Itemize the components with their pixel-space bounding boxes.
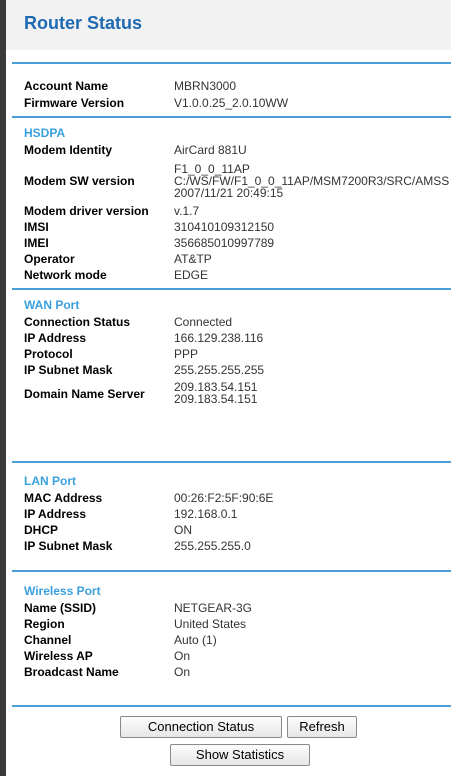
region-label: Region xyxy=(24,617,65,631)
firmware-version-label: Firmware Version xyxy=(24,96,125,110)
wan-subnet-mask-label: IP Subnet Mask xyxy=(24,363,113,377)
connection-status-label: Connection Status xyxy=(24,315,131,329)
section-divider xyxy=(12,461,451,463)
section-divider xyxy=(12,570,451,572)
wan-ip-address-value: 166.129.238.116 xyxy=(174,331,264,345)
modem-sw-version-value: F1_0_0_11AP C:/WS/FW/F1_0_0_11AP/MSM7200… xyxy=(174,163,449,199)
show-statistics-button[interactable]: Show Statistics xyxy=(170,744,310,766)
account-name-label: Account Name xyxy=(24,79,109,93)
broadcast-name-value: On xyxy=(174,665,191,679)
section-divider xyxy=(12,288,451,290)
imsi-value: 310410109312150 xyxy=(174,220,275,234)
modem-driver-version-label: Modem driver version xyxy=(24,204,149,218)
operator-value: AT&TP xyxy=(174,252,212,266)
modem-sw-line3: 2007/11/21 20:49:15 xyxy=(174,186,284,200)
page-title: Router Status xyxy=(24,13,143,33)
mac-address-label: MAC Address xyxy=(24,491,103,505)
dhcp-label: DHCP xyxy=(24,523,59,537)
left-border xyxy=(0,0,6,776)
lan-section-title: LAN Port xyxy=(24,474,76,488)
wireless-ap-label: Wireless AP xyxy=(24,649,93,663)
lan-subnet-mask-label: IP Subnet Mask xyxy=(24,539,113,553)
refresh-button[interactable]: Refresh xyxy=(287,716,357,738)
wan-subnet-mask-value: 255.255.255.255 xyxy=(174,363,265,377)
lan-ip-address-value: 192.168.0.1 xyxy=(174,507,238,521)
wan-section-title: WAN Port xyxy=(24,298,80,312)
dhcp-value: ON xyxy=(174,523,192,537)
dns-label: Domain Name Server xyxy=(24,387,145,401)
broadcast-name-label: Broadcast Name xyxy=(24,665,119,679)
lan-subnet-mask-value: 255.255.255.0 xyxy=(174,539,251,553)
protocol-value: PPP xyxy=(174,347,199,361)
firmware-version-value: V1.0.0.25_2.0.10WW xyxy=(174,96,289,110)
channel-label: Channel xyxy=(24,633,72,647)
imei-label: IMEI xyxy=(24,236,49,250)
modem-driver-version-value: v.1.7 xyxy=(174,204,200,218)
lan-ip-address-label: IP Address xyxy=(24,507,87,521)
connection-status-button[interactable]: Connection Status xyxy=(120,716,282,738)
page-header: Router Status xyxy=(6,0,451,50)
dns-secondary: 209.183.54.151 xyxy=(174,392,258,406)
wan-ip-address-label: IP Address xyxy=(24,331,87,345)
section-divider xyxy=(12,705,451,707)
imsi-label: IMSI xyxy=(24,220,49,234)
hsdpa-section-title: HSDPA xyxy=(24,126,66,140)
section-divider xyxy=(12,116,451,118)
operator-label: Operator xyxy=(24,252,75,266)
section-divider xyxy=(12,62,451,64)
wireless-ap-value: On xyxy=(174,649,191,663)
ssid-value: NETGEAR-3G xyxy=(174,601,253,615)
mac-address-value: 00:26:F2:5F:90:6E xyxy=(174,491,274,505)
modem-sw-version-label: Modem SW version xyxy=(24,174,135,188)
dns-value: 209.183.54.151 209.183.54.151 xyxy=(174,381,257,405)
network-mode-value: EDGE xyxy=(174,268,209,282)
modem-identity-value: AirCard 881U xyxy=(174,143,247,157)
ssid-label: Name (SSID) xyxy=(24,601,97,615)
imei-value: 356685010997789 xyxy=(174,236,275,250)
account-name-value: MBRN3000 xyxy=(174,79,237,93)
modem-identity-label: Modem Identity xyxy=(24,143,113,157)
network-mode-label: Network mode xyxy=(24,268,107,282)
protocol-label: Protocol xyxy=(24,347,73,361)
wireless-section-title: Wireless Port xyxy=(24,584,101,598)
region-value: United States xyxy=(174,617,247,631)
connection-status-value: Connected xyxy=(174,315,233,329)
channel-value: Auto (1) xyxy=(174,633,217,647)
